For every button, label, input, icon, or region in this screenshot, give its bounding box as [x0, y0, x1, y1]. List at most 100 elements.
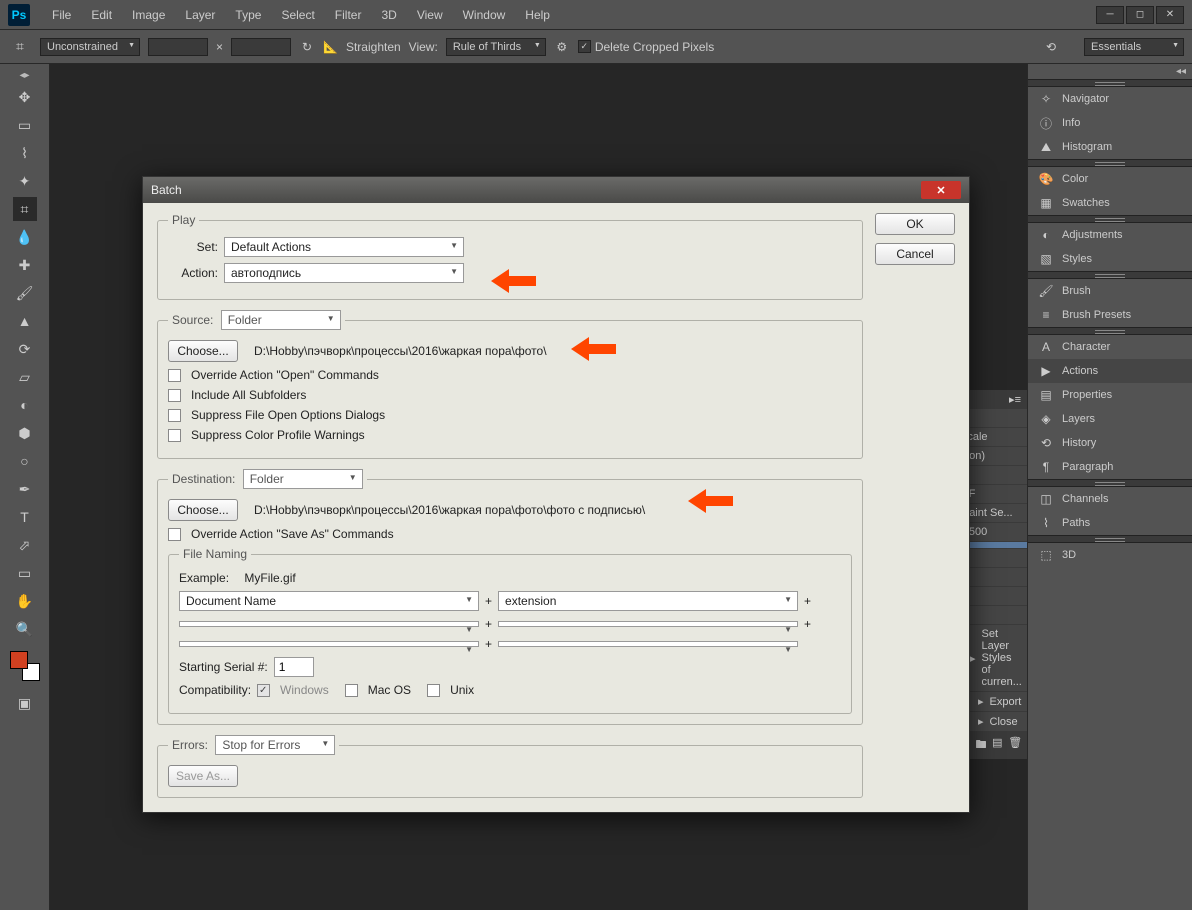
panel-color[interactable]: 🎨Color — [1028, 167, 1192, 191]
fg-color-swatch[interactable] — [10, 651, 28, 669]
blur-tool[interactable]: ⬢ — [13, 421, 37, 445]
menu-file[interactable]: File — [42, 4, 81, 26]
menu-window[interactable]: Window — [453, 4, 516, 26]
healing-tool[interactable]: ✚ — [13, 253, 37, 277]
constrain-dropdown[interactable]: Unconstrained — [40, 38, 140, 56]
panel-layers[interactable]: ◈Layers — [1028, 407, 1192, 431]
maximize-button[interactable]: ◻ — [1126, 6, 1154, 24]
pen-tool[interactable]: ✒ — [13, 477, 37, 501]
brush-tool[interactable]: 🖌 — [13, 281, 37, 305]
minimize-button[interactable]: ─ — [1096, 6, 1124, 24]
destination-combo[interactable]: Folder — [243, 469, 363, 489]
suppress-profile-checkbox[interactable] — [168, 429, 181, 442]
suppress-open-checkbox[interactable] — [168, 409, 181, 422]
panel-brushpresets[interactable]: ≡Brush Presets — [1028, 303, 1192, 327]
panel-swatches[interactable]: ▦Swatches — [1028, 191, 1192, 215]
menu-view[interactable]: View — [407, 4, 453, 26]
set-combo[interactable]: Default Actions — [224, 237, 464, 257]
marquee-tool[interactable]: ▭ — [13, 113, 37, 137]
view-dropdown[interactable]: Rule of Thirds — [446, 38, 546, 56]
hand-tool[interactable]: ✋ — [13, 589, 37, 613]
name-slot-6[interactable] — [498, 641, 798, 647]
errors-combo[interactable]: Stop for Errors — [215, 735, 335, 755]
name-slot-5[interactable] — [179, 641, 479, 647]
type-tool[interactable]: T — [13, 505, 37, 529]
color-swatches[interactable] — [10, 651, 40, 681]
name-slot-1[interactable]: Document Name — [179, 591, 479, 611]
toolbox-collapse[interactable]: ◂▸ — [13, 68, 35, 83]
panel-actions[interactable]: ▶Actions — [1028, 359, 1192, 383]
path-select-tool[interactable]: ⬀ — [13, 533, 37, 557]
wand-tool[interactable]: ✦ — [13, 169, 37, 193]
menu-select[interactable]: Select — [271, 4, 324, 26]
nested-action[interactable]: Export — [990, 696, 1022, 708]
crop-height-input[interactable] — [231, 38, 291, 56]
history-brush-tool[interactable]: ⟳ — [13, 337, 37, 361]
folder-icon[interactable]: 🖿 — [976, 736, 987, 755]
name-slot-4[interactable] — [498, 621, 798, 627]
reset-icon[interactable]: ↻ — [299, 39, 315, 55]
menu-help[interactable]: Help — [515, 4, 560, 26]
panel-history[interactable]: ⟲History — [1028, 431, 1192, 455]
name-slot-2[interactable]: extension — [498, 591, 798, 611]
panel-adjustments[interactable]: ◐Adjustments — [1028, 223, 1192, 247]
panels-collapse[interactable]: ◂◂ — [1028, 64, 1192, 79]
crop-tool[interactable]: ⌗ — [13, 197, 37, 221]
move-tool[interactable]: ✥ — [13, 85, 37, 109]
crop-width-input[interactable] — [148, 38, 208, 56]
zoom-tool[interactable]: 🔍 — [13, 617, 37, 641]
menu-edit[interactable]: Edit — [81, 4, 122, 26]
lasso-tool[interactable]: ⌇ — [13, 141, 37, 165]
name-slot-3[interactable] — [179, 621, 479, 627]
panel-info[interactable]: ⓘInfo — [1028, 111, 1192, 135]
override-saveas-checkbox[interactable] — [168, 528, 181, 541]
override-open-checkbox[interactable] — [168, 369, 181, 382]
panel-menu-icon[interactable]: ▸≡ — [1003, 390, 1027, 409]
settings-gear-icon[interactable]: ⚙ — [554, 39, 570, 55]
menu-filter[interactable]: Filter — [325, 4, 372, 26]
panel-channels[interactable]: ◫Channels — [1028, 487, 1192, 511]
panel-3d[interactable]: ⬚3D — [1028, 543, 1192, 567]
panel-properties[interactable]: ▤Properties — [1028, 383, 1192, 407]
panel-histogram[interactable]: ⛰Histogram — [1028, 135, 1192, 159]
menu-layer[interactable]: Layer — [175, 4, 225, 26]
stamp-tool[interactable]: ▲ — [13, 309, 37, 333]
close-window-button[interactable]: ✕ — [1156, 6, 1184, 24]
panel-character[interactable]: ACharacter — [1028, 335, 1192, 359]
panel-styles[interactable]: ▧Styles — [1028, 247, 1192, 271]
new-icon[interactable]: ▤ — [992, 736, 1002, 755]
menu-3d[interactable]: 3D — [371, 4, 406, 26]
menu-image[interactable]: Image — [122, 4, 175, 26]
panel-brush[interactable]: 🖌Brush — [1028, 279, 1192, 303]
shape-tool[interactable]: ▭ — [13, 561, 37, 585]
dialog-close-button[interactable]: ✕ — [921, 181, 961, 199]
serial-input[interactable] — [274, 657, 314, 677]
clear-icon[interactable]: × — [216, 40, 223, 54]
action-combo[interactable]: автоподпись — [224, 263, 464, 283]
straighten-icon[interactable]: 📐 — [323, 40, 338, 54]
compat-mac-checkbox[interactable] — [345, 684, 358, 697]
eyedropper-tool[interactable]: 💧 — [13, 225, 37, 249]
destination-choose-button[interactable]: Choose... — [168, 499, 238, 521]
nested-action[interactable]: Set Layer Styles of curren... — [982, 628, 1023, 688]
gradient-tool[interactable]: ◐ — [13, 393, 37, 417]
panel-navigator[interactable]: ✧Navigator — [1028, 87, 1192, 111]
panel-paths[interactable]: ⌇Paths — [1028, 511, 1192, 535]
source-combo[interactable]: Folder — [221, 310, 341, 330]
dialog-titlebar[interactable]: Batch ✕ — [143, 177, 969, 203]
history-undo-icon[interactable]: ⟲ — [1046, 40, 1056, 54]
ok-button[interactable]: OK — [875, 213, 955, 235]
workspace-dropdown[interactable]: Essentials — [1084, 38, 1184, 56]
delete-cropped-checkbox[interactable]: ✓ — [578, 40, 591, 53]
dodge-tool[interactable]: ○ — [13, 449, 37, 473]
trash-icon[interactable]: 🗑 — [1008, 736, 1022, 755]
source-choose-button[interactable]: Choose... — [168, 340, 238, 362]
cancel-button[interactable]: Cancel — [875, 243, 955, 265]
eraser-tool[interactable]: ▱ — [13, 365, 37, 389]
quickmask-tool[interactable]: ▣ — [13, 691, 37, 715]
menu-type[interactable]: Type — [225, 4, 271, 26]
subfolders-checkbox[interactable] — [168, 389, 181, 402]
panel-paragraph[interactable]: ¶Paragraph — [1028, 455, 1192, 479]
nested-action[interactable]: Close — [990, 716, 1018, 728]
compat-unix-checkbox[interactable] — [427, 684, 440, 697]
